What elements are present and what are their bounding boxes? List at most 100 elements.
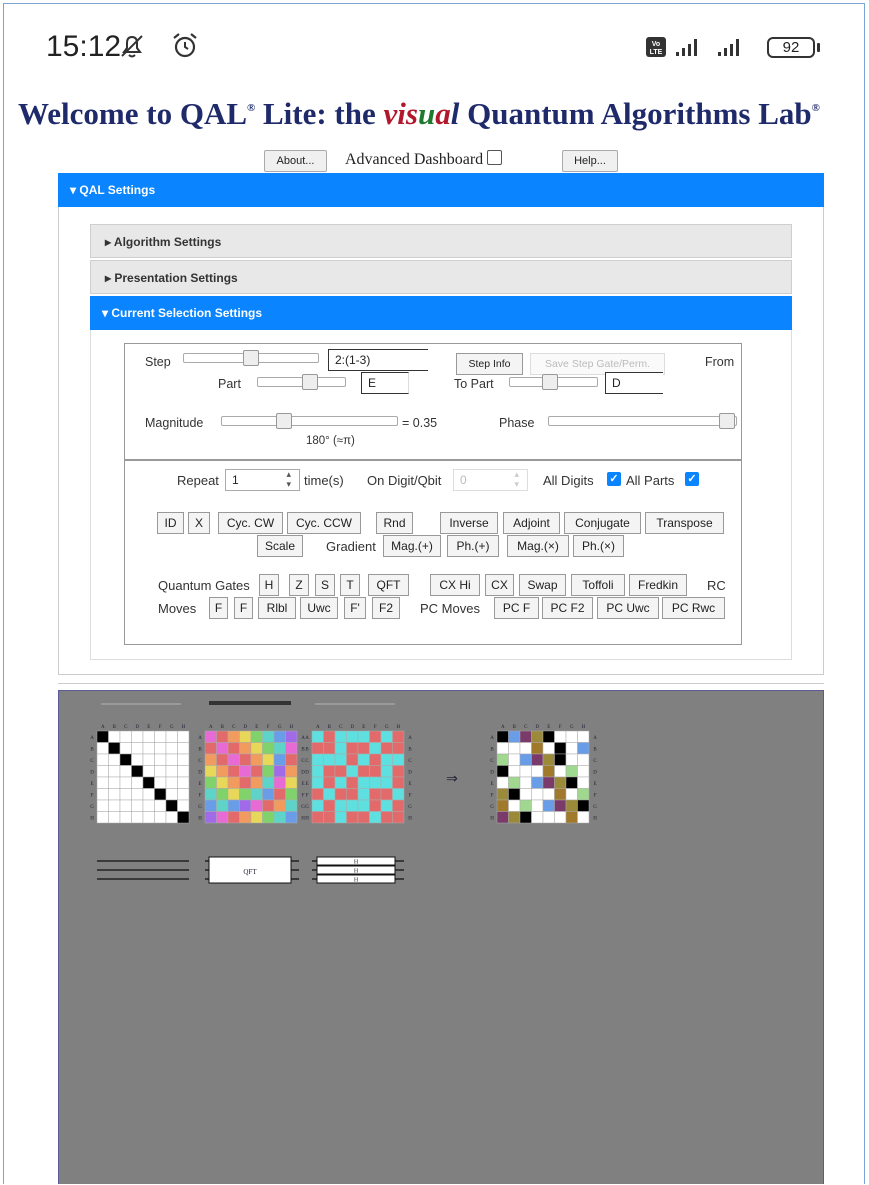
gate-t-button[interactable]: T	[340, 574, 360, 596]
repeat-input[interactable]: 1 ▴ ▾	[225, 469, 300, 491]
part-input[interactable]: E	[361, 372, 409, 394]
move-f-prime-button[interactable]: F'	[344, 597, 366, 619]
qft-matrix-cell	[227, 742, 240, 755]
gate-swap-button[interactable]: Swap	[519, 574, 566, 596]
id-button[interactable]: ID	[157, 512, 184, 534]
step-tab-active	[209, 701, 291, 705]
all-digits-checkbox[interactable]: ✓	[607, 472, 621, 486]
row-label: B	[490, 747, 494, 752]
hadamard-matrix-cell	[311, 753, 324, 766]
step-info-button[interactable]: Step Info	[456, 353, 523, 375]
conjugate-button[interactable]: Conjugate	[564, 512, 641, 534]
move-f2-button[interactable]: F2	[372, 597, 400, 619]
cyc-cw-button[interactable]: Cyc. CW	[218, 512, 283, 534]
hadamard-matrix-cell	[369, 799, 382, 812]
rnd-button[interactable]: Rnd	[376, 512, 413, 534]
phase-slider-thumb[interactable]	[719, 413, 735, 429]
gate-h-button[interactable]: H	[259, 574, 279, 596]
part-slider[interactable]	[257, 374, 346, 390]
gate-fredkin-button[interactable]: Fredkin	[629, 574, 687, 596]
all-parts-checkbox[interactable]: ✓	[685, 472, 699, 486]
phase-slider[interactable]	[548, 413, 737, 429]
result-matrix-cell	[496, 730, 509, 743]
hadamard-matrix-cell	[392, 753, 405, 766]
digit-input[interactable]: 0 ▴ ▾	[453, 469, 528, 491]
gate-toffoli-button[interactable]: Toffoli	[571, 574, 625, 596]
qft-matrix-cell	[216, 788, 229, 801]
digit-stepper-icon[interactable]: ▴ ▾	[514, 469, 519, 489]
alarm-icon	[173, 33, 197, 58]
qft-matrix-cell	[273, 788, 286, 801]
hadamard-matrix-cell	[369, 788, 382, 801]
gate-cx-button[interactable]: CX	[485, 574, 514, 596]
cyc-ccw-button[interactable]: Cyc. CCW	[287, 512, 361, 534]
gradient-label: Gradient	[326, 539, 376, 554]
move-f-button[interactable]: F	[209, 597, 228, 619]
result-matrix-cell	[565, 799, 578, 812]
x-button[interactable]: X	[188, 512, 210, 534]
svg-text:LTE: LTE	[650, 49, 663, 56]
result-matrix-cell	[519, 799, 532, 812]
h-gate-label: H	[354, 860, 359, 866]
current-selection-header[interactable]: ▾ Current Selection Settings	[90, 296, 792, 330]
scale-button[interactable]: Scale	[257, 535, 303, 557]
hadamard-matrix-cell	[346, 811, 359, 824]
qft-matrix-cell	[239, 742, 252, 755]
pc-rwc-button[interactable]: PC Rwc	[662, 597, 725, 619]
pc-f-button[interactable]: PC F	[494, 597, 539, 619]
about-button[interactable]: About...	[264, 150, 327, 172]
ph-plus-button[interactable]: Ph.(+)	[447, 535, 499, 557]
transpose-button[interactable]: Transpose	[645, 512, 724, 534]
mag-times-button[interactable]: Mag.(×)	[507, 535, 569, 557]
qft-matrix-cell	[227, 776, 240, 789]
gate-s-button[interactable]: S	[315, 574, 335, 596]
to-part-slider-thumb[interactable]	[542, 374, 558, 390]
algorithm-settings-header[interactable]: ▸ Algorithm Settings	[90, 224, 792, 258]
step-slider[interactable]	[183, 350, 319, 366]
gate-cx-hi-button[interactable]: CX Hi	[430, 574, 480, 596]
advanced-dashboard-checkbox[interactable]	[487, 150, 503, 165]
identity-matrix-cell	[177, 742, 190, 755]
qal-settings-header[interactable]: ▾ QAL Settings	[58, 173, 824, 207]
advanced-dashboard-toggle[interactable]: Advanced Dashboard	[345, 150, 503, 169]
row-label: H	[305, 816, 309, 821]
step-slider-thumb[interactable]	[243, 350, 259, 366]
hadamard-matrix-cell	[323, 776, 336, 789]
pc-f2-button[interactable]: PC F2	[542, 597, 593, 619]
ph-times-button[interactable]: Ph.(×)	[573, 535, 624, 557]
qft-matrix-cell	[262, 788, 275, 801]
move-rlbl-button[interactable]: Rlbl	[258, 597, 296, 619]
row-label: H	[490, 816, 494, 821]
step-input[interactable]: 2:(1-3)	[328, 349, 428, 371]
identity-matrix-cell	[108, 799, 121, 812]
gate-qft-button[interactable]: QFT	[368, 574, 409, 596]
column-label: D	[243, 725, 247, 730]
magnitude-slider-thumb[interactable]	[276, 413, 292, 429]
magnitude-slider[interactable]	[221, 413, 398, 429]
to-part-input[interactable]: D	[605, 372, 663, 394]
result-matrix-cell	[554, 753, 567, 766]
part-slider-thumb[interactable]	[302, 374, 318, 390]
result-matrix-cell	[496, 788, 509, 801]
hadamard-matrix-cell	[311, 776, 324, 789]
result-matrix-cell	[565, 765, 578, 778]
to-part-slider[interactable]	[509, 374, 598, 390]
repeat-stepper-icon[interactable]: ▴ ▾	[286, 469, 291, 489]
result-matrix-cell	[496, 776, 509, 789]
hadamard-matrix-cell	[311, 730, 324, 743]
hadamard-matrix-cell	[392, 799, 405, 812]
identity-matrix-cell	[119, 788, 132, 801]
identity-matrix-cell	[96, 788, 109, 801]
inverse-button[interactable]: Inverse	[440, 512, 498, 534]
move-f2-alt-button[interactable]: F	[234, 597, 253, 619]
presentation-settings-header[interactable]: ▸ Presentation Settings	[90, 260, 792, 294]
adjoint-button[interactable]: Adjoint	[503, 512, 560, 534]
pc-uwc-button[interactable]: PC Uwc	[597, 597, 659, 619]
identity-matrix-cell	[177, 811, 190, 824]
row-label: D	[408, 770, 412, 775]
gate-z-button[interactable]: Z	[289, 574, 309, 596]
row-label: C	[593, 759, 597, 764]
help-button[interactable]: Help...	[562, 150, 618, 172]
mag-plus-button[interactable]: Mag.(+)	[383, 535, 441, 557]
move-uwc-button[interactable]: Uwc	[300, 597, 338, 619]
